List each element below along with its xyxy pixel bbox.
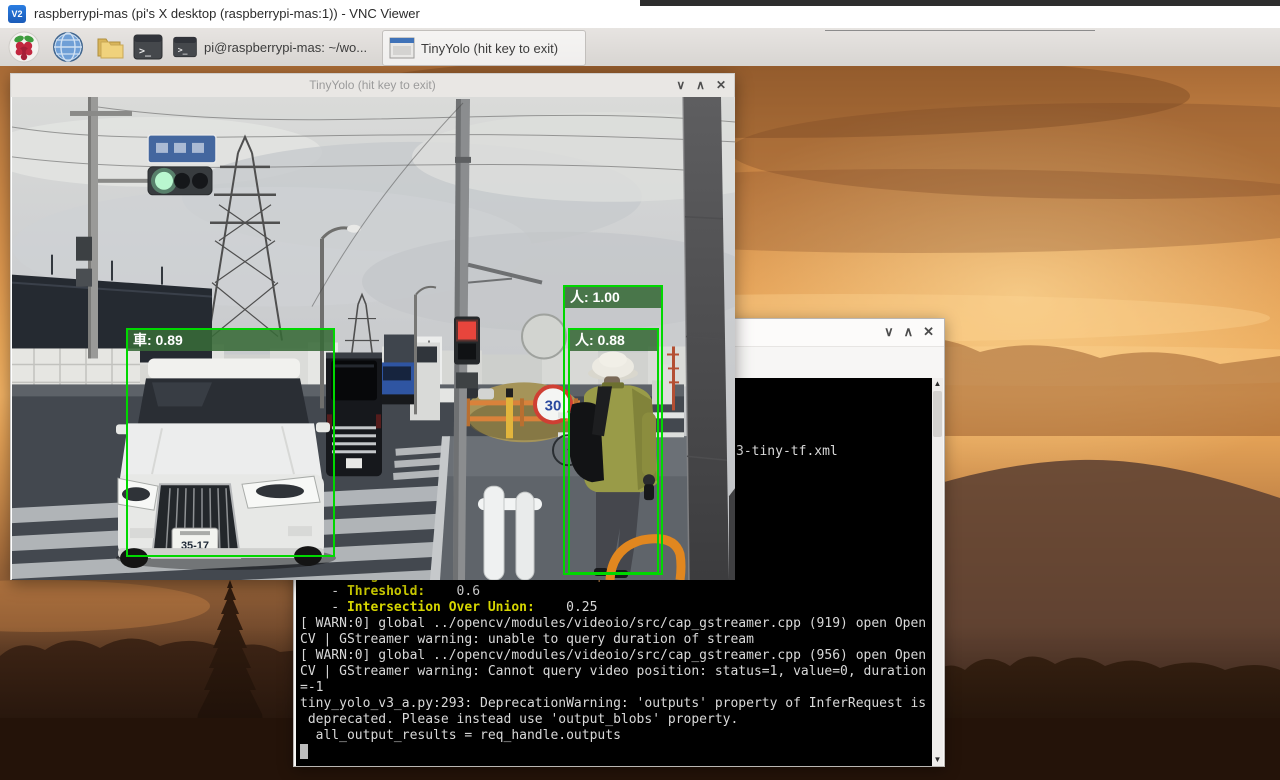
terminal-line: - Intersection Over Union: 0.25 (300, 600, 597, 616)
terminal-line: deprecated. Please instead use 'output_b… (300, 712, 738, 728)
svg-text:>_: >_ (139, 46, 152, 57)
tinyyolo-window[interactable]: TinyYolo (hit key to exit) ∨ ∧ ✕ (10, 73, 735, 580)
tinyyolo-maximize-button[interactable]: ∧ (696, 74, 705, 97)
blue-truck (380, 335, 414, 405)
detection-box-person: 人: 0.88 (568, 328, 659, 574)
detection-label: 人: 0.88 (570, 330, 657, 351)
terminal-line: all_output_results = req_handle.outputs (300, 728, 621, 744)
blue-street-sign (148, 135, 216, 163)
taskbar: >_ >_ pi@raspberrypi-mas: ~/wo... TinyYo… (0, 28, 1280, 66)
terminal-scrollbar[interactable]: ▲ ▼ (932, 378, 943, 766)
window-icon (389, 37, 415, 59)
scroll-up-arrow-icon[interactable]: ▲ (932, 378, 943, 390)
task-label: pi@raspberrypi-mas: ~/wo... (204, 40, 367, 55)
red-light (458, 322, 476, 340)
task-label: TinyYolo (hit key to exit) (421, 41, 558, 56)
terminal-cursor (300, 744, 308, 759)
terminal-line: [ WARN:0] global ../opencv/modules/video… (300, 648, 926, 664)
svg-text:>_: >_ (178, 45, 188, 55)
terminal-line: CV | GStreamer warning: unable to query … (300, 632, 754, 648)
green-light (155, 172, 173, 190)
raspberry-menu-icon[interactable] (8, 31, 40, 63)
scrollbar-thumb[interactable] (933, 391, 942, 437)
detection-label: 人: 1.00 (565, 287, 661, 308)
taskbar-task-terminal[interactable]: >_ pi@raspberrypi-mas: ~/wo... (166, 30, 390, 64)
yellow-pole (506, 388, 513, 438)
terminal-launcher-icon[interactable]: >_ (132, 31, 164, 63)
tray-divider (825, 30, 1095, 31)
detection-label: 車: 0.89 (128, 330, 333, 351)
browser-globe-icon[interactable] (52, 31, 84, 63)
tinyyolo-shade-button[interactable]: ∨ (676, 74, 685, 97)
terminal-icon: >_ (172, 34, 198, 60)
vnc-logo-icon: V2 (8, 5, 26, 23)
terminal-maximize-button[interactable]: ∧ (904, 323, 914, 341)
svg-text:30: 30 (545, 397, 562, 414)
background-window-edge (640, 0, 1280, 6)
terminal-close-button[interactable]: ✕ (923, 323, 934, 341)
detection-box-car: 車: 0.89 (126, 328, 335, 557)
taskbar-task-tinyyolo[interactable]: TinyYolo (hit key to exit) (382, 30, 586, 66)
scroll-down-arrow-icon[interactable]: ▼ (932, 754, 943, 766)
tinyyolo-titlebar[interactable]: TinyYolo (hit key to exit) ∨ ∧ ✕ (11, 74, 734, 97)
terminal-line: CV | GStreamer warning: Cannot query vid… (300, 664, 926, 680)
file-manager-icon[interactable] (94, 31, 126, 63)
traffic-light (148, 167, 212, 195)
vnc-window-title: raspberrypi-mas (pi's X desktop (raspber… (34, 6, 420, 21)
terminal-line: =-1 (300, 680, 323, 696)
terminal-line: tiny_yolo_v3_a.py:293: DeprecationWarnin… (300, 696, 926, 712)
terminal-line: - Threshold: 0.6 (300, 584, 480, 600)
terminal-line: [ WARN:0] global ../opencv/modules/video… (300, 616, 926, 632)
tinyyolo-window-title: TinyYolo (hit key to exit) (309, 78, 436, 92)
vnc-viewer-screen: V2 raspberrypi-mas (pi's X desktop (rasp… (0, 0, 1280, 780)
pedestrian-signal (454, 317, 480, 389)
tinyyolo-close-button[interactable]: ✕ (716, 74, 726, 97)
camera-frame: 35-17 (12, 97, 735, 580)
terminal-shade-button[interactable]: ∨ (884, 323, 894, 341)
terminal-partial-line: 3-tiny-tf.xml (736, 444, 838, 460)
